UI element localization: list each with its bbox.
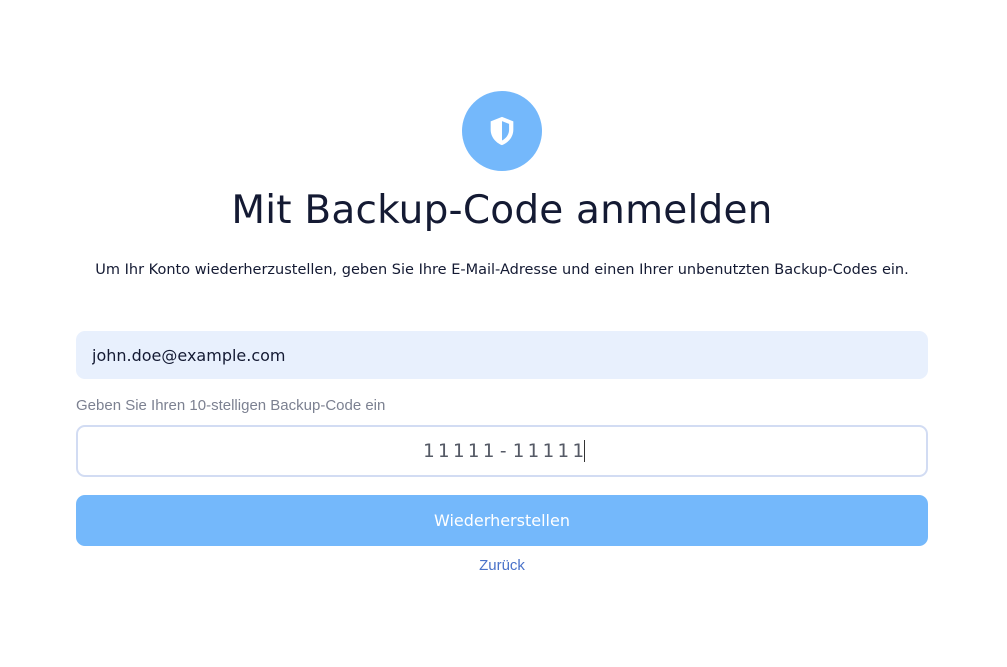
page-description: Um Ihr Konto wiederherzustellen, geben S… <box>95 262 909 278</box>
back-link-container: Zurück <box>76 556 928 576</box>
backup-code-input[interactable] <box>76 425 928 477</box>
text-cursor <box>584 440 585 462</box>
shield-badge <box>462 91 542 171</box>
shield-icon <box>490 116 514 146</box>
restore-button[interactable]: Wiederherstellen <box>76 495 928 546</box>
page-title: Mit Backup-Code anmelden <box>231 188 773 233</box>
email-field[interactable] <box>76 331 928 379</box>
backup-code-label: Geben Sie Ihren 10-stelligen Backup-Code… <box>76 397 386 414</box>
back-link[interactable]: Zurück <box>479 557 525 574</box>
